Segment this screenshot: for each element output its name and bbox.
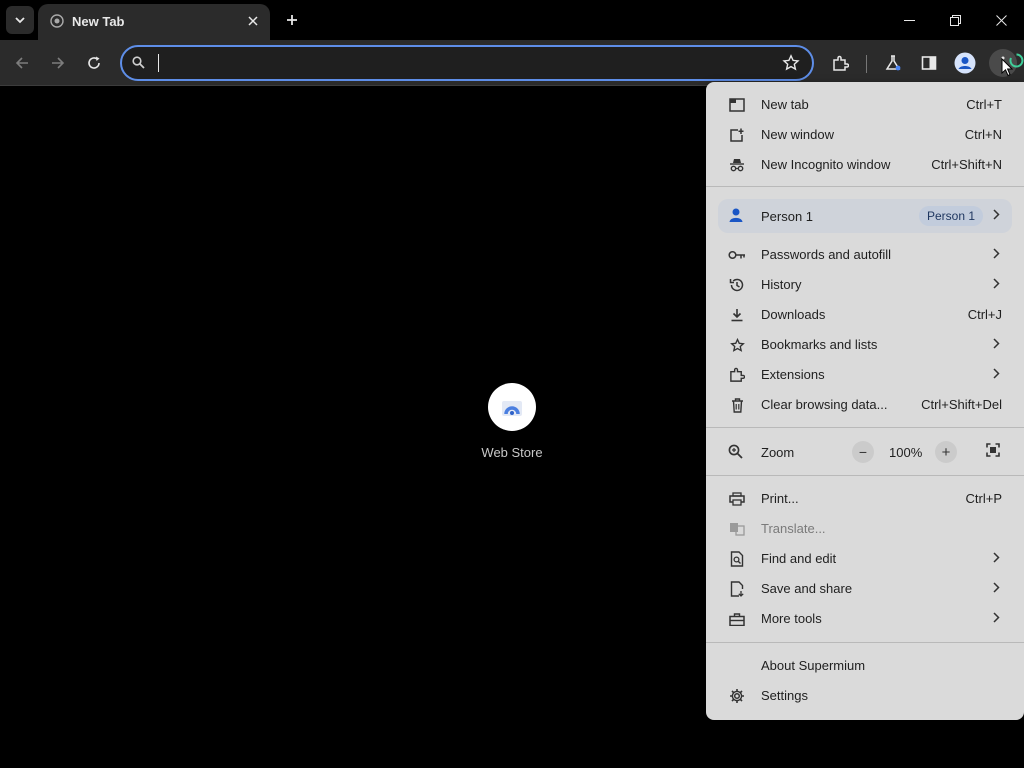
menu-item-find-and-edit[interactable]: Find and edit bbox=[706, 544, 1024, 574]
chevron-right-icon bbox=[993, 368, 1000, 379]
toolbar-separator bbox=[866, 55, 867, 73]
web-store-icon bbox=[502, 401, 522, 416]
shortcut-tile[interactable] bbox=[488, 383, 536, 431]
menu-item-extensions[interactable]: Extensions bbox=[706, 360, 1024, 390]
new-tab-button[interactable] bbox=[280, 8, 304, 32]
gear-icon bbox=[728, 688, 746, 704]
chevron-right-icon bbox=[993, 552, 1000, 563]
arrow-right-icon bbox=[52, 57, 65, 69]
tab-search-button[interactable] bbox=[6, 6, 34, 34]
restore-button[interactable] bbox=[932, 0, 978, 40]
forward-button[interactable] bbox=[44, 49, 72, 77]
menu-separator bbox=[706, 427, 1024, 428]
zoom-level: 100% bbox=[889, 445, 923, 460]
chevron-right-icon bbox=[993, 209, 1000, 220]
app-menu: New tab Ctrl+T New window Ctrl+N New Inc… bbox=[706, 82, 1024, 720]
arrow-left-icon bbox=[15, 57, 28, 69]
side-panel-icon bbox=[921, 56, 937, 70]
star-icon bbox=[728, 337, 746, 353]
profile-button[interactable] bbox=[951, 49, 979, 77]
trash-icon bbox=[728, 397, 746, 413]
find-icon bbox=[728, 551, 746, 567]
text-caret bbox=[158, 54, 159, 72]
puzzle-icon bbox=[832, 55, 849, 71]
browser-window: New Tab Web Store New tab Ctrl+T New win… bbox=[0, 0, 1024, 768]
chevron-right-icon bbox=[993, 278, 1000, 289]
profile-badge: Person 1 bbox=[919, 206, 984, 226]
download-icon bbox=[728, 307, 746, 323]
address-input[interactable] bbox=[156, 52, 776, 74]
minus-icon: − bbox=[858, 444, 868, 460]
labs-button[interactable] bbox=[879, 49, 907, 77]
shortcut-label: Web Store bbox=[481, 445, 543, 460]
menu-item-save-and-share[interactable]: Save and share bbox=[706, 574, 1024, 604]
menu-item-zoom: Zoom − 100% + bbox=[706, 437, 1024, 467]
tab-close-button[interactable] bbox=[244, 12, 262, 30]
toolbox-icon bbox=[728, 611, 746, 627]
menu-separator bbox=[706, 642, 1024, 643]
minimize-button[interactable] bbox=[886, 0, 932, 40]
chevron-right-icon bbox=[993, 338, 1000, 349]
search-icon bbox=[132, 56, 145, 69]
reload-button[interactable] bbox=[80, 49, 108, 77]
menu-item-more-tools[interactable]: More tools bbox=[706, 604, 1024, 634]
minimize-icon bbox=[903, 19, 915, 21]
menu-separator bbox=[706, 475, 1024, 476]
menu-item-profile[interactable]: Person 1 Person 1 bbox=[718, 199, 1012, 233]
print-icon bbox=[728, 491, 746, 507]
tab-title: New Tab bbox=[72, 14, 125, 29]
new-tab-icon bbox=[728, 97, 746, 113]
chevron-right-icon bbox=[993, 248, 1000, 259]
address-bar[interactable] bbox=[120, 45, 814, 81]
side-panel-button[interactable] bbox=[915, 49, 943, 77]
menu-item-new-window[interactable]: New window Ctrl+N bbox=[706, 120, 1024, 150]
menu-item-new-incognito-window[interactable]: New Incognito window Ctrl+Shift+N bbox=[706, 150, 1024, 180]
close-window-button[interactable] bbox=[978, 0, 1024, 40]
tab-strip: New Tab bbox=[0, 0, 1024, 40]
zoom-icon bbox=[728, 444, 743, 464]
menu-item-history[interactable]: History bbox=[706, 270, 1024, 300]
chevron-down-icon bbox=[15, 17, 25, 24]
zoom-out-button[interactable]: − bbox=[852, 441, 874, 463]
menu-item-downloads[interactable]: Downloads Ctrl+J bbox=[706, 300, 1024, 330]
person-icon bbox=[728, 207, 744, 228]
extensions-button[interactable] bbox=[826, 49, 854, 77]
zoom-in-button[interactable]: + bbox=[935, 441, 957, 463]
flask-icon bbox=[885, 55, 901, 71]
history-icon bbox=[728, 277, 746, 293]
chevron-right-icon bbox=[993, 582, 1000, 593]
menu-separator bbox=[706, 186, 1024, 187]
plus-icon bbox=[287, 15, 297, 25]
plus-icon: + bbox=[941, 443, 951, 461]
restore-icon bbox=[949, 14, 961, 26]
new-window-icon bbox=[728, 127, 746, 143]
menu-item-new-tab[interactable]: New tab Ctrl+T bbox=[706, 90, 1024, 120]
menu-item-passwords-and-autofill[interactable]: Passwords and autofill bbox=[706, 240, 1024, 270]
close-icon bbox=[248, 16, 258, 26]
menu-item-bookmarks-and-lists[interactable]: Bookmarks and lists bbox=[706, 330, 1024, 360]
avatar-icon bbox=[954, 52, 976, 74]
close-icon bbox=[995, 14, 1007, 26]
toolbar bbox=[0, 40, 1024, 86]
translate-icon bbox=[728, 521, 746, 537]
shortcut-web-store[interactable]: Web Store bbox=[472, 383, 552, 460]
mouse-cursor-icon bbox=[1001, 58, 1013, 77]
back-button[interactable] bbox=[8, 49, 36, 77]
menu-item-clear-browsing-data[interactable]: Clear browsing data... Ctrl+Shift+Del bbox=[706, 390, 1024, 420]
save-share-icon bbox=[728, 581, 746, 597]
key-icon bbox=[728, 247, 746, 263]
reload-icon bbox=[88, 56, 100, 69]
chevron-right-icon bbox=[993, 612, 1000, 623]
puzzle-icon bbox=[728, 367, 746, 383]
tab-new-tab[interactable]: New Tab bbox=[38, 4, 270, 40]
menu-item-settings[interactable]: Settings bbox=[706, 681, 1024, 711]
menu-item-print[interactable]: Print... Ctrl+P bbox=[706, 484, 1024, 514]
menu-item-translate[interactable]: Translate... bbox=[706, 514, 1024, 544]
fullscreen-icon[interactable] bbox=[986, 443, 1000, 457]
incognito-icon bbox=[728, 157, 746, 173]
star-icon[interactable] bbox=[782, 54, 800, 72]
globe-icon bbox=[50, 14, 64, 28]
menu-item-about[interactable]: About Supermium bbox=[706, 651, 1024, 681]
